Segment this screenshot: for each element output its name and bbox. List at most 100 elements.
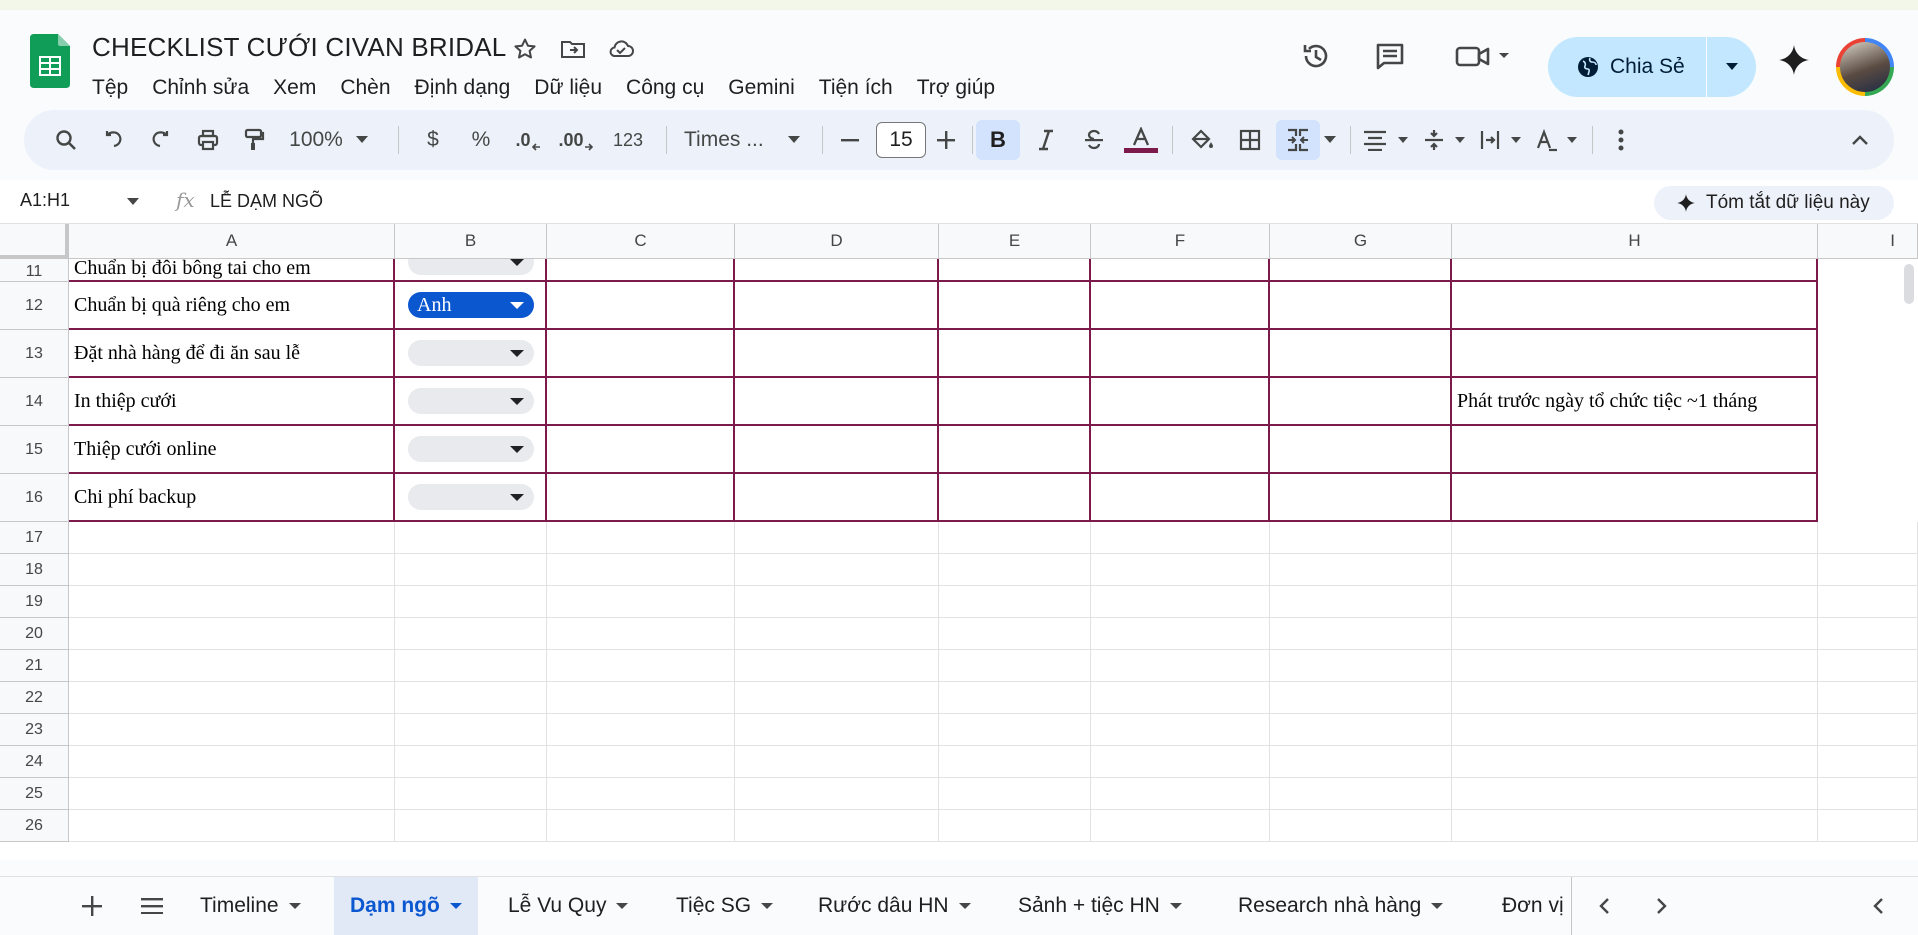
cell[interactable]: [939, 282, 1091, 330]
cell[interactable]: [1091, 282, 1270, 330]
cell[interactable]: [1452, 650, 1818, 682]
cell[interactable]: [1270, 682, 1452, 714]
cell-h14[interactable]: Phát trước ngày tổ chức tiệc ~1 tháng: [1452, 378, 1818, 426]
cell[interactable]: [547, 682, 735, 714]
share-dropdown-button[interactable]: [1706, 37, 1756, 97]
row-header[interactable]: 23: [0, 714, 69, 746]
cell[interactable]: [939, 650, 1091, 682]
menu-view[interactable]: Xem: [273, 66, 328, 104]
row-header[interactable]: 24: [0, 746, 69, 778]
cell[interactable]: [69, 618, 395, 650]
percent-format-button[interactable]: %: [464, 120, 498, 160]
sheet-tab-ruoc-dau-hn[interactable]: Rước dâu HN: [802, 877, 987, 935]
decrease-font-size-icon[interactable]: [830, 120, 870, 160]
menu-data[interactable]: Dữ liệu: [534, 66, 614, 104]
cell[interactable]: [69, 714, 395, 746]
cell[interactable]: [1270, 746, 1452, 778]
cell[interactable]: [939, 330, 1091, 378]
cell[interactable]: [939, 378, 1091, 426]
cell[interactable]: [939, 554, 1091, 586]
cell[interactable]: [1452, 810, 1818, 842]
cell-b14[interactable]: [395, 378, 547, 426]
cell[interactable]: [547, 650, 735, 682]
cell-a15[interactable]: Thiệp cưới online: [69, 426, 395, 474]
text-color-icon[interactable]: [1118, 120, 1164, 160]
cell[interactable]: [1452, 682, 1818, 714]
cell[interactable]: [547, 259, 735, 282]
cell[interactable]: [1270, 282, 1452, 330]
more-options-icon[interactable]: [1606, 120, 1636, 160]
row-header[interactable]: 13: [0, 330, 69, 378]
cell[interactable]: [1091, 714, 1270, 746]
cell[interactable]: [939, 778, 1091, 810]
cell[interactable]: [69, 810, 395, 842]
cell[interactable]: [1270, 330, 1452, 378]
cell[interactable]: [939, 714, 1091, 746]
decrease-decimal-button[interactable]: .0: [508, 120, 548, 160]
column-header-e[interactable]: E: [939, 224, 1091, 259]
cell-h12[interactable]: [1452, 282, 1818, 330]
cell[interactable]: [735, 330, 939, 378]
italic-icon[interactable]: [1024, 120, 1068, 160]
cell[interactable]: [1091, 586, 1270, 618]
cell[interactable]: [939, 426, 1091, 474]
cell[interactable]: [547, 474, 735, 522]
sheet-tab-timeline[interactable]: Timeline: [184, 877, 317, 935]
menu-format[interactable]: Định dạng: [415, 66, 523, 104]
cell[interactable]: [1270, 522, 1452, 554]
cell[interactable]: [69, 586, 395, 618]
cell[interactable]: [69, 682, 395, 714]
strikethrough-icon[interactable]: [1072, 120, 1116, 160]
bold-button[interactable]: B: [976, 120, 1020, 160]
print-icon[interactable]: [188, 120, 228, 160]
cell[interactable]: [1818, 714, 1918, 746]
cell-b12[interactable]: Anh: [395, 282, 547, 330]
cell[interactable]: [547, 282, 735, 330]
currency-format-button[interactable]: $: [416, 120, 450, 160]
cell[interactable]: [69, 778, 395, 810]
cell[interactable]: [1452, 618, 1818, 650]
cell[interactable]: [547, 746, 735, 778]
cell[interactable]: [1091, 810, 1270, 842]
collapse-toolbar-icon[interactable]: [1840, 120, 1880, 160]
star-icon[interactable]: [510, 34, 540, 64]
cell[interactable]: [1091, 330, 1270, 378]
cell[interactable]: [1818, 650, 1918, 682]
cell[interactable]: [939, 586, 1091, 618]
column-header-h[interactable]: H: [1452, 224, 1818, 259]
menu-help[interactable]: Trợ giúp: [917, 66, 1007, 104]
summarize-data-button[interactable]: Tóm tắt dữ liệu này: [1654, 186, 1894, 220]
cell[interactable]: [735, 426, 939, 474]
horizontal-align-icon[interactable]: [1358, 120, 1416, 160]
select-all-corner[interactable]: [0, 224, 69, 259]
add-sheet-icon[interactable]: [72, 885, 112, 927]
cell[interactable]: [1091, 522, 1270, 554]
cell[interactable]: [395, 522, 547, 554]
cell[interactable]: [1091, 474, 1270, 522]
cell[interactable]: [939, 810, 1091, 842]
cell[interactable]: [1270, 618, 1452, 650]
sheet-tab-dam-ngo[interactable]: Dạm ngõ: [334, 877, 478, 935]
cell[interactable]: [1452, 778, 1818, 810]
vertical-scrollbar[interactable]: [1904, 264, 1914, 304]
cell-a16[interactable]: Chi phí backup: [69, 474, 395, 522]
cell[interactable]: [1091, 650, 1270, 682]
cell[interactable]: [395, 682, 547, 714]
cell[interactable]: [1452, 586, 1818, 618]
undo-icon[interactable]: [94, 120, 134, 160]
cell[interactable]: [1091, 778, 1270, 810]
all-sheets-menu-icon[interactable]: [132, 885, 172, 927]
cell[interactable]: [735, 282, 939, 330]
cell[interactable]: [735, 474, 939, 522]
side-panel-toggle-icon[interactable]: [1858, 885, 1898, 927]
cell[interactable]: [547, 714, 735, 746]
cell-b13[interactable]: [395, 330, 547, 378]
more-formats-button[interactable]: 123: [606, 120, 650, 160]
assignee-dropdown-chip[interactable]: [408, 340, 534, 366]
redo-icon[interactable]: [140, 120, 180, 160]
cell[interactable]: [1270, 426, 1452, 474]
cell[interactable]: [735, 259, 939, 282]
cell[interactable]: [1270, 474, 1452, 522]
text-wrapping-icon[interactable]: [1476, 120, 1528, 160]
cell[interactable]: [395, 778, 547, 810]
